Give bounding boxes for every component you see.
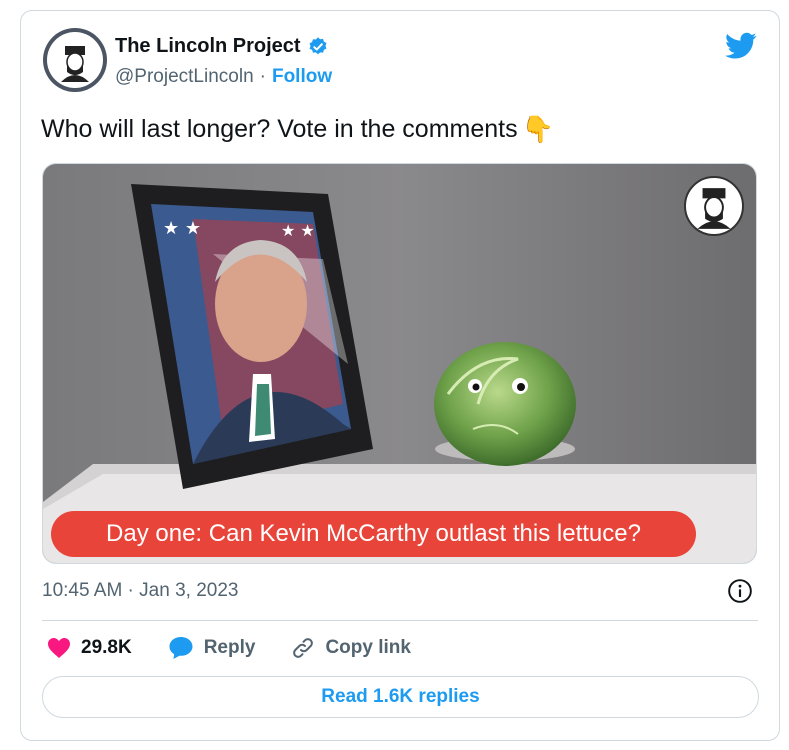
svg-text:★ ★: ★ ★ — [281, 221, 315, 240]
verified-badge-icon — [309, 36, 327, 54]
pointing-down-emoji-icon: 👇 — [521, 114, 554, 144]
reply-button[interactable]: Reply — [168, 636, 256, 660]
reply-label: Reply — [203, 637, 256, 658]
copy-link-label: Copy link — [325, 637, 411, 658]
author-name-row[interactable]: The Lincoln Project — [115, 35, 329, 58]
info-icon[interactable] — [727, 578, 753, 604]
tweet-text: Who will last longer? Vote in the commen… — [41, 114, 554, 145]
author-name[interactable]: The Lincoln Project — [115, 35, 301, 58]
author-handle-row: @ProjectLincoln · Follow — [115, 66, 332, 88]
tweet-media[interactable]: ★ ★ ★ ★ Day one: Can Kevin McCarthy outl… — [42, 163, 757, 564]
twitter-bird-icon[interactable] — [725, 32, 757, 60]
copy-link-button[interactable]: Copy link — [291, 636, 411, 660]
follow-button[interactable]: Follow — [272, 66, 332, 88]
lincoln-watermark-icon — [684, 176, 744, 236]
svg-text:★ ★: ★ ★ — [163, 218, 201, 239]
tweet-actions: 29.8K Reply Copy link — [47, 636, 447, 660]
author-handle[interactable]: @ProjectLincoln — [115, 66, 254, 88]
media-illustration: ★ ★ ★ ★ — [43, 164, 756, 563]
divider — [42, 620, 758, 621]
tweet-body: Who will last longer? Vote in the commen… — [41, 115, 518, 143]
link-icon — [293, 638, 314, 658]
tweet-card: The Lincoln Project @ProjectLincoln · Fo… — [20, 10, 780, 741]
read-replies-button[interactable]: Read 1.6K replies — [42, 676, 759, 718]
lettuce-head — [434, 342, 576, 466]
lincoln-logo-icon — [47, 32, 103, 88]
separator-dot: · — [259, 66, 266, 87]
tweet-timestamp[interactable]: 10:45 AM · Jan 3, 2023 — [42, 580, 238, 602]
like-count: 29.8K — [81, 637, 132, 658]
reply-bubble-icon — [169, 637, 193, 659]
heart-icon — [48, 638, 70, 658]
video-caption: Day one: Can Kevin McCarthy outlast this… — [51, 511, 696, 557]
like-button[interactable]: 29.8K — [47, 637, 132, 659]
author-avatar[interactable] — [43, 28, 107, 92]
